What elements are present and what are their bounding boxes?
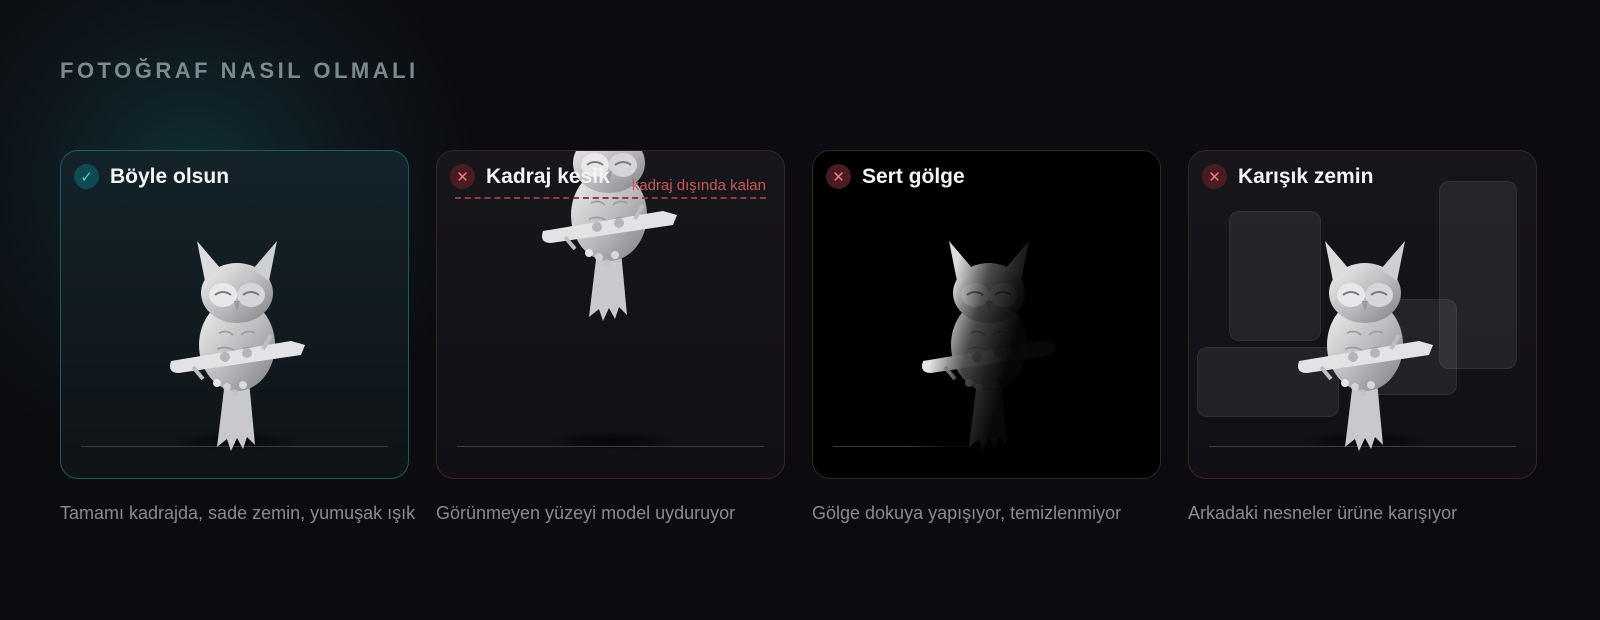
card-caption-cropped: Görünmeyen yüzeyi model uyduruyor [436, 503, 736, 523]
card-caption-harsh-shadow: Gölge dokuya yapışıyor, temizlenmiyor [812, 503, 1122, 523]
floor-shadow [547, 431, 677, 451]
card-header: ✕ Sert gölge [826, 164, 965, 189]
floor-line [457, 446, 764, 447]
close-icon: ✕ [450, 164, 475, 189]
check-icon: ✓ [74, 164, 99, 189]
card-header: ✓ Böyle olsun [74, 164, 229, 189]
owl-figurine-image [921, 239, 1059, 453]
card-title: Böyle olsun [110, 164, 230, 188]
close-icon: ✕ [826, 164, 851, 189]
example-card-harsh-shadow: ✕ Sert gölge [812, 150, 1161, 479]
card-caption-cluttered: Arkadaki nesneler ürüne karışıyor [1188, 503, 1458, 523]
crop-dashed-line [455, 197, 766, 199]
close-icon: ✕ [1202, 164, 1227, 189]
crop-annotation-label: kadraj dışında kalan [631, 177, 766, 194]
card-title: Kadraj kesik [486, 164, 610, 188]
owl-figurine-image [169, 239, 307, 453]
card-header: ✕ Karışık zemin [1202, 164, 1373, 189]
example-card-cluttered: ✕ Karışık zemin [1188, 150, 1537, 479]
example-card-cropped: ✕ Kadraj kesik kadraj dışında kalan [436, 150, 785, 479]
owl-figurine-image [1297, 239, 1435, 453]
card-header: ✕ Kadraj kesik [450, 164, 610, 189]
card-caption-good: Tamamı kadrajda, sade zemin, yumuşak ışı… [60, 503, 416, 523]
example-card-good: ✓ Böyle olsun [60, 150, 409, 479]
card-title: Sert gölge [862, 164, 965, 188]
card-title: Karışık zemin [1238, 164, 1374, 188]
section-title: FOTOĞRAF NASIL OLMALI [60, 58, 419, 83]
